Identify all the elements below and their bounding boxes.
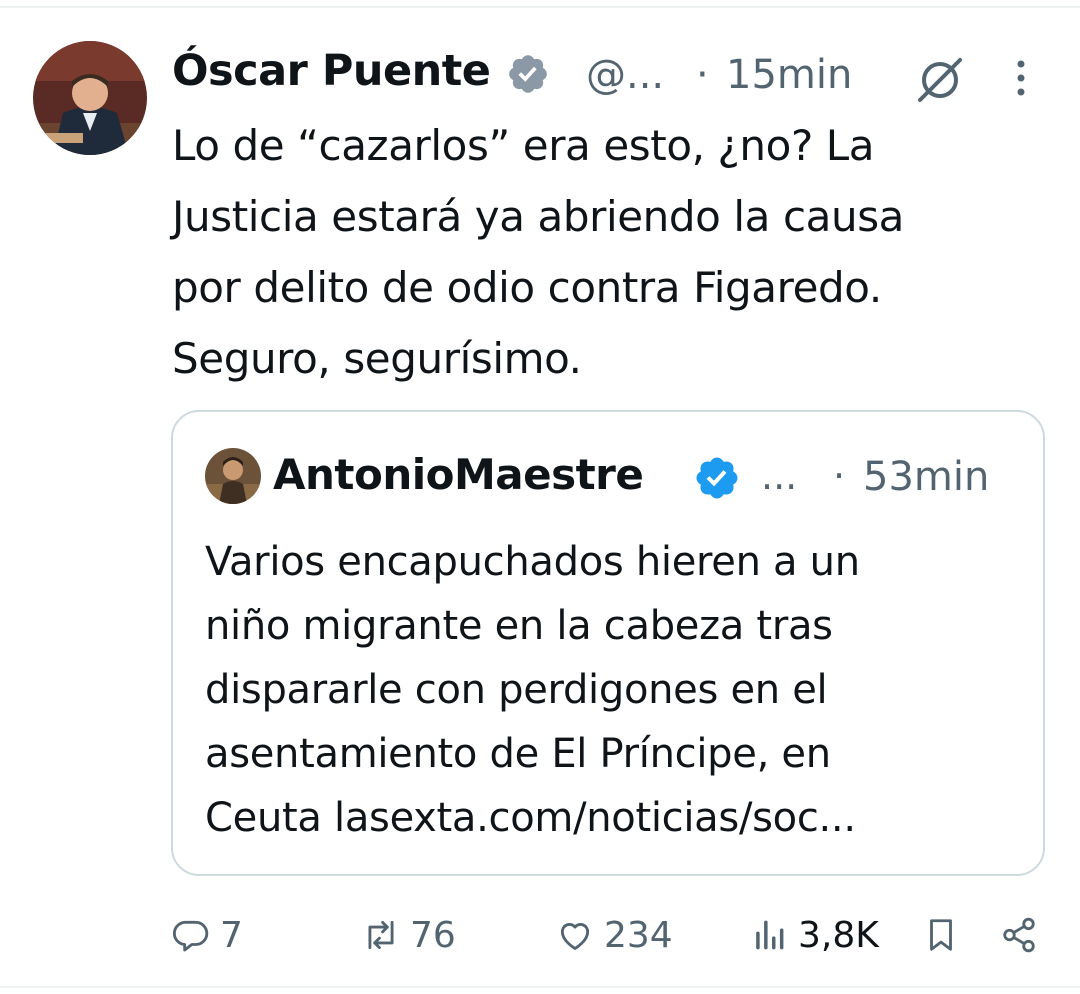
quote-timestamp[interactable]: 53min — [863, 454, 989, 500]
analytics-icon — [750, 916, 788, 954]
share-button[interactable] — [1000, 905, 1038, 965]
tweet-text-line: Lo de “cazarlos” era esto, ¿no? La — [172, 121, 875, 170]
tweet-header: Óscar Puente @... · 15min — [172, 44, 1042, 104]
bookmark-icon — [922, 916, 960, 954]
verified-badge-icon — [693, 454, 741, 502]
grok-icon[interactable] — [914, 54, 966, 106]
repost-button[interactable]: 76 — [362, 905, 456, 965]
quote-text-line: niño migrante en la cabeza tras — [205, 603, 833, 649]
top-divider — [0, 6, 1080, 8]
like-button[interactable]: 234 — [556, 905, 673, 965]
quote-author-handle[interactable]: ... — [761, 454, 797, 498]
quote-text-line: dispararle con perdigones en el — [205, 667, 828, 713]
separator-dot: · — [833, 454, 846, 498]
quote-text-line: Varios encapuchados hieren a un — [205, 539, 860, 585]
tweet-actions-bar: 7 76 234 3,8K — [0, 905, 1080, 965]
tweet-timestamp[interactable]: 15min — [726, 52, 852, 98]
tweet-text: Lo de “cazarlos” era esto, ¿no? La Justi… — [172, 110, 1032, 394]
views-button[interactable]: 3,8K — [750, 905, 879, 965]
reply-count: 7 — [220, 914, 243, 956]
view-count: 3,8K — [798, 914, 879, 956]
author-avatar[interactable] — [33, 41, 147, 155]
quote-author-name[interactable]: AntonioMaestre — [273, 450, 644, 499]
quote-text: Varios encapuchados hieren a un niño mig… — [205, 530, 1025, 850]
quote-text-line: asentamiento de El Príncipe, en — [205, 731, 831, 777]
heart-icon — [556, 916, 594, 954]
separator-dot: · — [696, 52, 709, 98]
quoted-tweet-card[interactable]: AntonioMaestre ... · 53min Varios encapu… — [171, 410, 1045, 876]
like-count: 234 — [604, 914, 673, 956]
tweet-text-line: Justicia estará ya abriendo la causa — [172, 192, 905, 241]
tweet-text-line: Seguro, segurísimo. — [172, 334, 582, 383]
bottom-divider — [0, 986, 1080, 988]
tweet-text-line: por delito de odio contra Figaredo. — [172, 263, 882, 312]
author-name[interactable]: Óscar Puente — [172, 46, 491, 96]
repost-count: 76 — [410, 914, 456, 956]
verified-badge-icon — [506, 52, 550, 96]
more-vertical-icon[interactable] — [1010, 52, 1032, 104]
bookmark-button[interactable] — [922, 905, 960, 965]
share-icon — [1000, 916, 1038, 954]
reply-icon — [172, 916, 210, 954]
repost-icon — [362, 916, 400, 954]
quote-text-line: Ceuta lasexta.com/noticias/soc... — [205, 795, 856, 841]
author-handle[interactable]: @... — [586, 52, 664, 98]
quote-author-avatar[interactable] — [205, 448, 261, 504]
reply-button[interactable]: 7 — [172, 905, 243, 965]
